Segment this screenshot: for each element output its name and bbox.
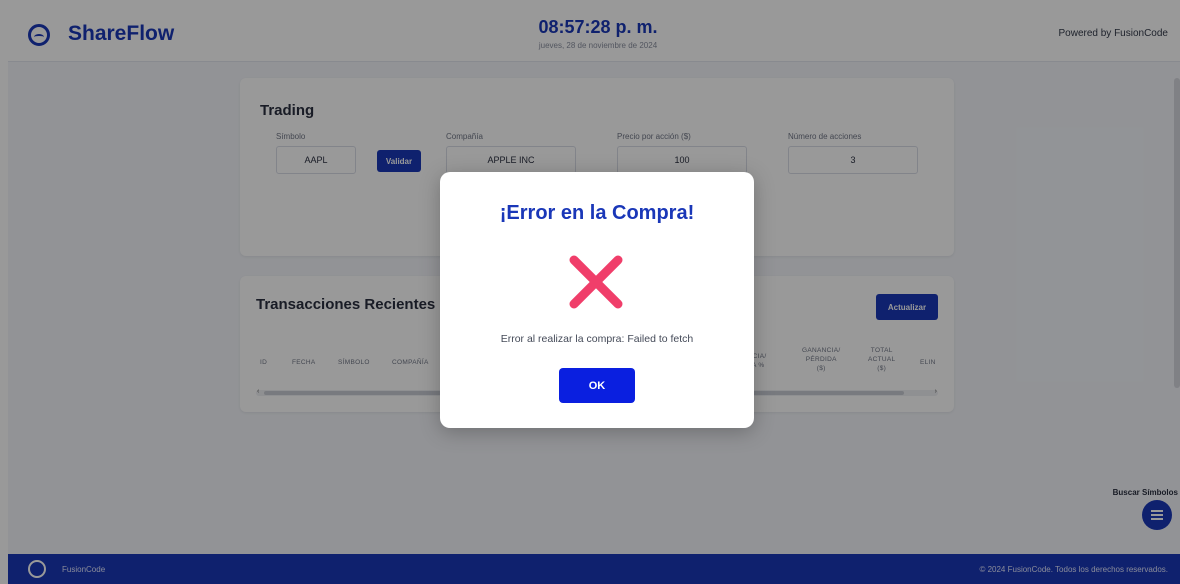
ok-button[interactable]: OK <box>559 368 635 403</box>
error-dialog: ¡Error en la Compra! Error al realizar l… <box>440 172 754 428</box>
dialog-title: ¡Error en la Compra! <box>499 202 695 224</box>
dialog-message: Error al realizar la compra: Failed to f… <box>500 333 694 345</box>
error-x-icon <box>569 255 623 309</box>
